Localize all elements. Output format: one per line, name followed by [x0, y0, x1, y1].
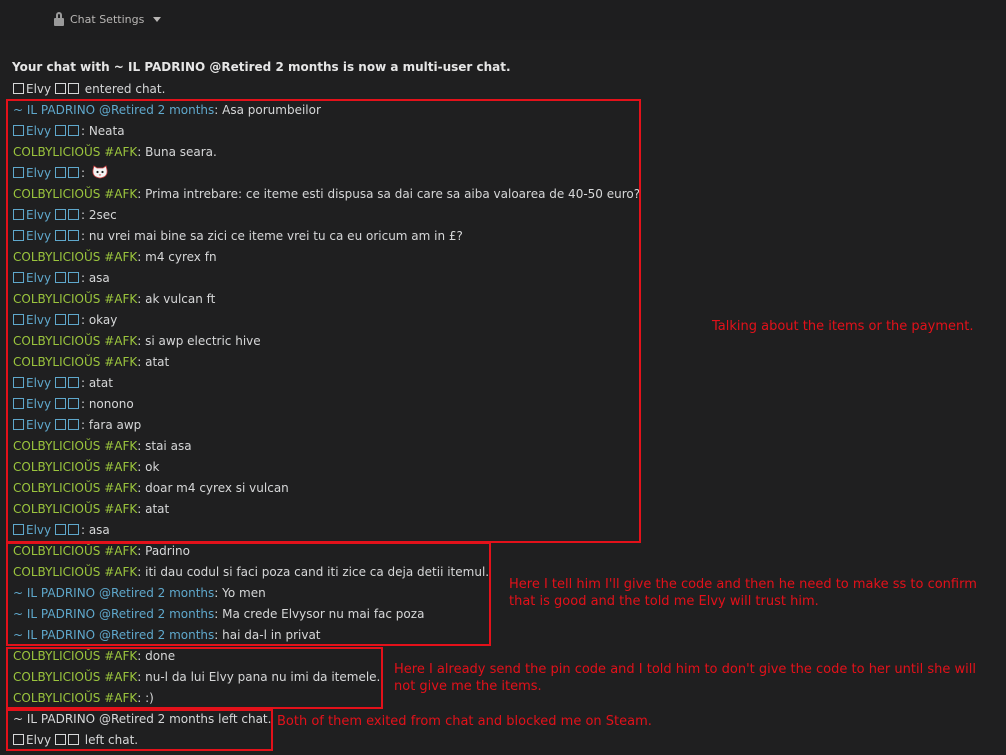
lock-icon	[54, 12, 64, 26]
chat-settings-button[interactable]: Chat Settings	[54, 9, 162, 29]
highlight-box-left	[6, 709, 273, 751]
highlight-box-code	[6, 542, 491, 646]
highlight-box-items	[6, 99, 641, 543]
box-glyph-icon	[67, 83, 79, 94]
chevron-down-icon	[153, 16, 162, 22]
system-text: entered chat.	[84, 82, 166, 96]
sender-name[interactable]: Elvy	[13, 82, 81, 96]
chat-settings-label: Chat Settings	[70, 12, 145, 26]
box-glyph-icon	[13, 83, 24, 94]
annotation-pin: Here I already send the pin code and I t…	[394, 662, 976, 694]
annotation-left: Both of them exited from chat and blocke…	[277, 714, 652, 729]
multi-user-chat-notice: Your chat with ~ IL PADRINO @Retired 2 m…	[12, 60, 511, 74]
annotation-code: Here I tell him I'll give the code and t…	[509, 577, 977, 609]
system-message: Elvy entered chat.	[13, 79, 165, 99]
box-glyph-icon	[54, 83, 66, 94]
top-bar: Chat Settings	[0, 0, 1006, 40]
sender-name-text: Elvy	[26, 82, 52, 96]
highlight-box-pin	[6, 647, 383, 709]
annotation-items: Talking about the items or the payment.	[712, 319, 974, 334]
